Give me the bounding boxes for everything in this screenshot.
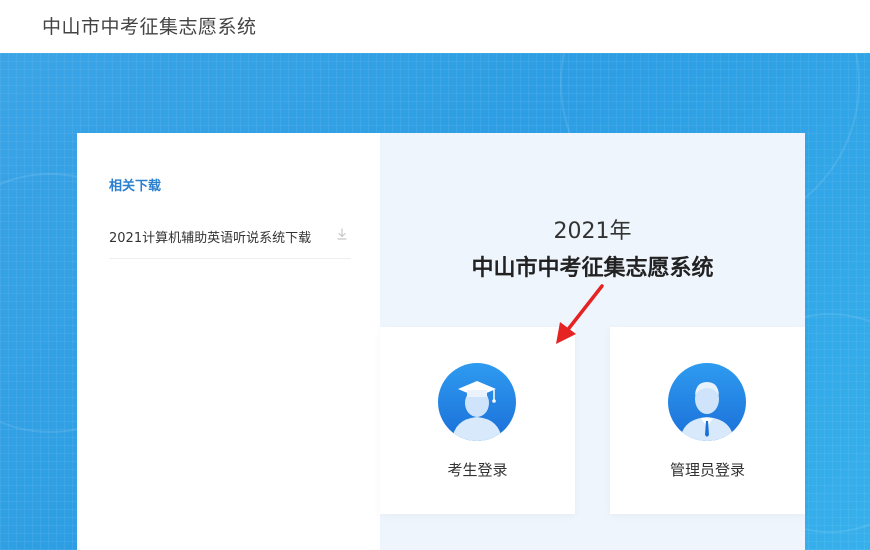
download-item[interactable]: 2021计算机辅助英语听说系统下载 — [109, 223, 351, 259]
app-title: 中山市中考征集志愿系统 — [42, 16, 257, 38]
download-icon[interactable] — [335, 227, 349, 241]
graduate-avatar-icon — [438, 363, 516, 441]
red-arrow-annotation — [556, 284, 604, 344]
top-header: 中山市中考征集志愿系统 — [0, 0, 870, 53]
student-login-button[interactable]: 考生登录 — [380, 327, 575, 514]
system-title: 中山市中考征集志愿系统 — [471, 256, 714, 281]
downloads-panel: 相关下载 2021计算机辅助英语听说系统下载 — [77, 133, 380, 550]
year-heading: 2021年 — [553, 219, 632, 244]
admin-login-label: 管理员登录 — [669, 461, 745, 479]
admin-login-button[interactable]: 管理员登录 — [610, 327, 805, 514]
admin-avatar-icon — [668, 363, 746, 441]
downloads-title: 相关下载 — [109, 179, 162, 194]
download-item-label: 2021计算机辅助英语听说系统下载 — [109, 231, 312, 246]
main-card: 相关下载 2021计算机辅助英语听说系统下载 2021年 中山市中考征集志愿系统 — [77, 133, 805, 550]
student-login-label: 考生登录 — [447, 461, 508, 479]
